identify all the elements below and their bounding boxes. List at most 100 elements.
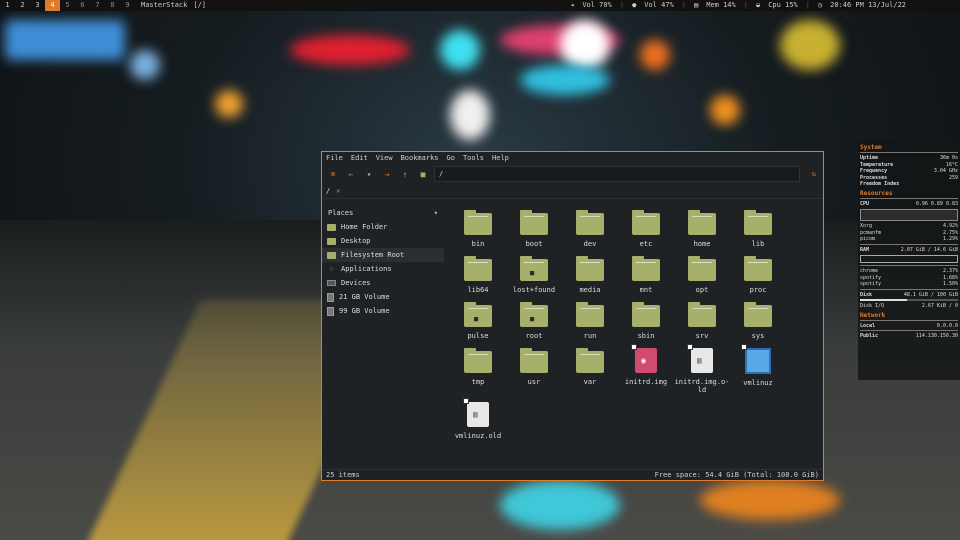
file-item[interactable]: ■ pulse [450, 302, 506, 340]
file-item[interactable]: bin [450, 210, 506, 248]
folder-icon [632, 256, 660, 281]
menu-tools[interactable]: Tools [463, 152, 484, 164]
sidebar-item-99-gb-volume[interactable]: 99 GB Volume [322, 304, 444, 318]
file-item[interactable]: etc [618, 210, 674, 248]
stat-label: Freedom Index [860, 181, 900, 187]
sidebar-header-label: Places [328, 209, 354, 217]
wallpaper-light [560, 20, 610, 70]
new-tab-icon[interactable]: ⌘ [326, 167, 340, 181]
file-item[interactable]: var [562, 348, 618, 386]
file-item[interactable]: sbin [618, 302, 674, 340]
file-item[interactable]: opt [674, 256, 730, 294]
file-item[interactable]: ▥ initrd.img.o-ld [674, 344, 730, 394]
windows-pane [758, 350, 769, 361]
reload-icon[interactable]: ↻ [808, 170, 820, 178]
file-item[interactable]: lib [730, 210, 786, 248]
menu-file[interactable]: File [326, 152, 343, 164]
file-item[interactable]: proc [730, 256, 786, 294]
folder-icon [464, 210, 492, 235]
folder-icon [632, 302, 660, 327]
divider [860, 330, 958, 331]
menu-help[interactable]: Help [492, 152, 509, 164]
free-space: Free space: 54.4 GiB (Total: 108.0 GiB) [654, 471, 819, 479]
folder-strip [748, 216, 768, 217]
sidebar-item-applications[interactable]: ⁘ Applications [322, 262, 444, 276]
workspace-4[interactable]: 4 [45, 0, 60, 11]
menu-bookmarks[interactable]: Bookmarks [401, 152, 439, 164]
path-bar[interactable]: / [434, 166, 800, 182]
sidebar-item-home-folder[interactable]: Home Folder [322, 220, 444, 234]
up-icon[interactable]: ↑ [398, 167, 412, 181]
file-item[interactable]: ▥ vmlinuz.old [450, 398, 506, 440]
stat-value: 259 [948, 174, 958, 181]
history-dropdown-icon[interactable]: ▾ [362, 167, 376, 181]
divider [860, 288, 958, 290]
workspace-3[interactable]: 3 [30, 0, 45, 11]
volume-mic[interactable]: Vol 47% [644, 0, 674, 11]
sidebar-item-desktop[interactable]: Desktop [322, 234, 444, 248]
file-item[interactable]: media [562, 256, 618, 294]
file-item[interactable]: tmp [450, 348, 506, 386]
microphone-icon: ● [632, 1, 637, 9]
file-item[interactable]: vmlinuz [730, 344, 786, 387]
folder-strip [636, 262, 656, 263]
locked-folder-icon: ■ [520, 302, 548, 327]
workspace-9[interactable]: 9 [120, 0, 135, 11]
tab-bar: / ✕ [322, 184, 823, 199]
file-item[interactable]: home [674, 210, 730, 248]
sidebar-item-label: 99 GB Volume [339, 307, 390, 315]
back-icon[interactable]: ← [344, 167, 358, 181]
workspace-1[interactable]: 1 [0, 0, 15, 11]
file-item[interactable]: dev [562, 210, 618, 248]
tab-root[interactable]: / [326, 187, 330, 195]
folder-strip [524, 308, 544, 309]
file-manager-window[interactable]: File Edit View Bookmarks Go Tools Help ⌘ ← ▾ →… [321, 151, 824, 481]
file-item[interactable]: run [562, 302, 618, 340]
file-item[interactable]: usr [506, 348, 562, 386]
workspace-8[interactable]: 8 [105, 0, 120, 11]
home-folder-icon[interactable]: ■ [416, 167, 430, 181]
sidebar-item-21-gb-volume[interactable]: 21 GB Volume [322, 290, 444, 304]
workspace-5[interactable]: 5 [60, 0, 75, 11]
sidebar-item-label: Applications [341, 265, 392, 273]
stat-row: picom 1.29% [860, 236, 958, 243]
workspace-6[interactable]: 6 [75, 0, 90, 11]
file-item-label: initrd.img.o-ld [674, 378, 730, 394]
clock[interactable]: 20:46 PM 13/Jul/22 [830, 0, 906, 11]
close-icon[interactable]: ✕ [336, 187, 340, 195]
diskio-row: Disk I/O 2.67 KiB / 0 [860, 303, 958, 310]
menu-edit[interactable]: Edit [351, 152, 368, 164]
chevron-down-icon[interactable]: ▾ [434, 206, 438, 220]
folder-strip [524, 262, 544, 263]
file-item-label: var [583, 378, 597, 386]
memory-status: Mem 14% [706, 1, 736, 9]
file-item[interactable]: sys [730, 302, 786, 340]
folder-icon [576, 210, 604, 235]
locked-folder-icon: ■ [464, 302, 492, 327]
folder-icon [576, 348, 604, 373]
folder-strip [580, 216, 600, 217]
file-item[interactable]: ■ lost+found [506, 256, 562, 294]
file-item[interactable]: ■ root [506, 302, 562, 340]
file-item[interactable]: ◉ initrd.img [618, 344, 674, 386]
wallpaper-light [500, 480, 620, 530]
folder-strip [468, 216, 488, 217]
file-item[interactable]: srv [674, 302, 730, 340]
file-item[interactable]: lib64 [450, 256, 506, 294]
system-monitor: System Uptime 36m 0s Temperature 16°C Freque… [858, 140, 960, 380]
wallpaper-light [780, 20, 840, 70]
lock-icon: ■ [530, 315, 535, 323]
menu-view[interactable]: View [376, 152, 393, 164]
resources-heading: Resources [860, 189, 893, 197]
file-item[interactable]: boot [506, 210, 562, 248]
workspace-7[interactable]: 7 [90, 0, 105, 11]
workspace-2[interactable]: 2 [15, 0, 30, 11]
volume-output[interactable]: Vol 70% [582, 0, 612, 11]
layout-indicator[interactable]: MasterStack [141, 0, 187, 11]
sidebar-header[interactable]: Places ▾ [322, 206, 444, 220]
forward-icon[interactable]: → [380, 167, 394, 181]
sidebar-item-devices[interactable]: Devices [322, 276, 444, 290]
sidebar-item-filesystem-root[interactable]: Filesystem Root [322, 248, 444, 262]
file-item[interactable]: mnt [618, 256, 674, 294]
menu-go[interactable]: Go [447, 152, 455, 164]
